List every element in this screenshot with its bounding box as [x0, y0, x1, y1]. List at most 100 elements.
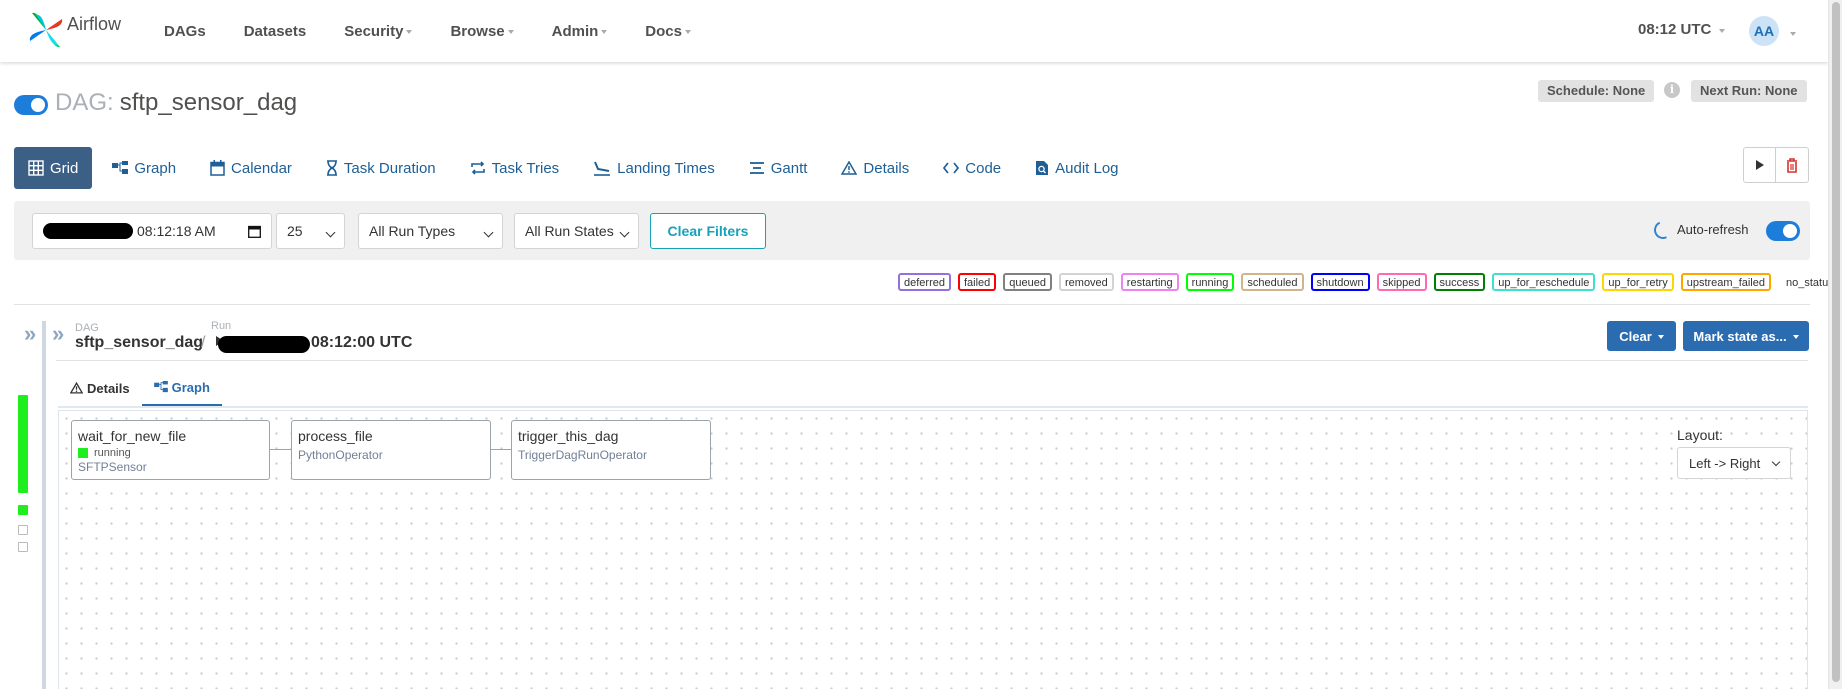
legend-removed[interactable]: removed	[1059, 273, 1114, 291]
run-types-value: All Run Types	[369, 223, 456, 239]
divider	[58, 406, 1808, 408]
dag-runs-grid: »	[14, 321, 50, 689]
breadcrumb-dag-name[interactable]: sftp_sensor_dag	[75, 334, 203, 352]
clear-button-label: Clear	[1619, 328, 1652, 344]
task-operator: TriggerDagRunOperator	[518, 448, 647, 462]
legend-running[interactable]: running	[1185, 273, 1235, 291]
layout-label: Layout:	[1677, 427, 1723, 443]
nav-dags[interactable]: DAGs	[152, 23, 218, 40]
user-avatar[interactable]: AA	[1749, 16, 1779, 46]
landing-icon	[594, 161, 611, 176]
tab-graph[interactable]: Graph	[98, 147, 190, 189]
legend-deferred[interactable]: deferred	[898, 273, 951, 291]
tab-calendar[interactable]: Calendar	[196, 147, 306, 189]
subtab-graph[interactable]: Graph	[141, 370, 222, 406]
nav-browse-label: Browse	[450, 22, 505, 40]
legend-upstream-failed[interactable]: upstream_failed	[1680, 273, 1771, 291]
legend-shutdown[interactable]: shutdown	[1310, 273, 1370, 291]
task-node[interactable]: trigger_this_dag TriggerDagRunOperator	[511, 420, 711, 480]
dag-graph-canvas[interactable]: wait_for_new_file running SFTPSensor pro…	[58, 410, 1808, 689]
chevron-down-icon	[325, 227, 336, 238]
tab-details-label: Details	[863, 159, 910, 177]
legend-success[interactable]: success	[1433, 273, 1486, 291]
tab-gantt[interactable]: Gantt	[735, 147, 822, 189]
task-instance-cell[interactable]	[18, 542, 28, 552]
caret-down-icon	[1657, 335, 1664, 339]
user-menu-caret-icon[interactable]	[1790, 32, 1796, 36]
task-id: process_file	[298, 428, 373, 444]
task-id: wait_for_new_file	[78, 428, 187, 444]
double-chevron-right-icon[interactable]: »	[24, 321, 36, 347]
info-icon[interactable]: i	[1664, 82, 1680, 98]
tab-task-duration[interactable]: Task Duration	[312, 147, 450, 189]
layout-select[interactable]: Left -> Right	[1677, 447, 1791, 479]
base-date-input[interactable]: 08:12:18 AM	[32, 213, 272, 249]
play-icon	[1755, 160, 1764, 170]
breadcrumb-separator: /	[201, 334, 206, 351]
hourglass-icon	[326, 160, 337, 176]
clear-filters-button[interactable]: Clear Filters	[650, 213, 766, 249]
trash-icon	[1787, 157, 1797, 173]
run-types-select[interactable]: All Run Types	[358, 213, 503, 249]
legend-up-for-reschedule[interactable]: up_for_reschedule	[1492, 273, 1596, 291]
nav-docs-label: Docs	[645, 22, 682, 40]
task-node[interactable]: process_file PythonOperator	[291, 420, 491, 480]
tab-grid-label: Grid	[50, 159, 79, 177]
nav-admin[interactable]: Admin	[540, 23, 620, 40]
task-state-label: running	[94, 447, 131, 459]
main-nav: DAGs Datasets Security Browse Admin Docs	[152, 0, 717, 62]
auto-refresh-toggle[interactable]	[1766, 221, 1800, 241]
task-node[interactable]: wait_for_new_file running SFTPSensor	[71, 420, 270, 480]
tab-task-tries[interactable]: Task Tries	[456, 147, 574, 189]
run-states-select[interactable]: All Run States	[514, 213, 639, 249]
nav-datasets[interactable]: Datasets	[232, 23, 319, 40]
legend-up-for-retry[interactable]: up_for_retry	[1602, 273, 1674, 291]
legend-failed[interactable]: failed	[957, 273, 997, 291]
dag-pause-toggle[interactable]	[14, 95, 48, 115]
delete-dag-button[interactable]	[1776, 147, 1809, 183]
tab-grid[interactable]: Grid	[14, 147, 93, 189]
grid-resize-handle[interactable]	[42, 321, 46, 689]
subtab-graph-label: Graph	[171, 379, 210, 395]
tab-audit-log[interactable]: Audit Log	[1021, 147, 1132, 189]
double-chevron-right-icon[interactable]: »	[52, 321, 64, 347]
top-navbar: Airflow DAGs Datasets Security Browse Ad…	[0, 0, 1828, 62]
subtab-details[interactable]: Details	[58, 370, 142, 406]
caret-down-icon	[1792, 335, 1799, 339]
nav-docs[interactable]: Docs	[633, 23, 703, 40]
task-instance-cell[interactable]	[18, 525, 28, 535]
run-states-value: All Run States	[525, 223, 614, 239]
chevron-down-icon	[1771, 457, 1781, 467]
airflow-brand[interactable]: Airflow	[28, 10, 121, 50]
dag-run-bar[interactable]	[18, 395, 28, 493]
calendar-icon[interactable]	[248, 225, 261, 238]
tab-landing-times[interactable]: Landing Times	[579, 147, 729, 189]
refresh-spinner-icon	[1651, 218, 1675, 242]
trigger-dag-button[interactable]	[1743, 147, 1776, 183]
timezone-dropdown[interactable]: 08:12 UTC	[1638, 21, 1726, 38]
tab-details[interactable]: Details	[827, 147, 923, 189]
legend-skipped[interactable]: skipped	[1376, 273, 1427, 291]
schedule-badge: Schedule: None	[1538, 80, 1655, 102]
scrollbar-thumb[interactable]	[1832, 2, 1840, 682]
caret-down-icon	[1719, 28, 1726, 33]
mark-state-button[interactable]: Mark state as...	[1683, 321, 1809, 351]
caret-down-icon	[601, 30, 608, 34]
redacted-run-date	[218, 336, 310, 353]
calendar-icon	[210, 160, 225, 176]
task-instance-cell[interactable]	[18, 505, 28, 515]
legend-restarting[interactable]: restarting	[1120, 273, 1179, 291]
clear-task-button[interactable]: Clear	[1607, 321, 1676, 351]
breadcrumb-run-time[interactable]: 08:12:00 UTC	[311, 334, 412, 352]
tab-code[interactable]: Code	[929, 147, 1015, 189]
page-scrollbar[interactable]	[1828, 0, 1842, 689]
legend-scheduled[interactable]: scheduled	[1241, 273, 1304, 291]
nav-browse[interactable]: Browse	[438, 23, 525, 40]
divider	[56, 360, 1808, 361]
subtab-details-label: Details	[87, 380, 130, 396]
num-runs-select[interactable]: 25	[276, 213, 345, 249]
legend-queued[interactable]: queued	[1003, 273, 1052, 291]
grid-filter-bar: 08:12:18 AM 25 All Run Types All Run Sta…	[14, 201, 1810, 260]
nav-security[interactable]: Security	[332, 23, 424, 40]
task-state-legend: deferred failed queued removed restarting run…	[898, 273, 1842, 291]
